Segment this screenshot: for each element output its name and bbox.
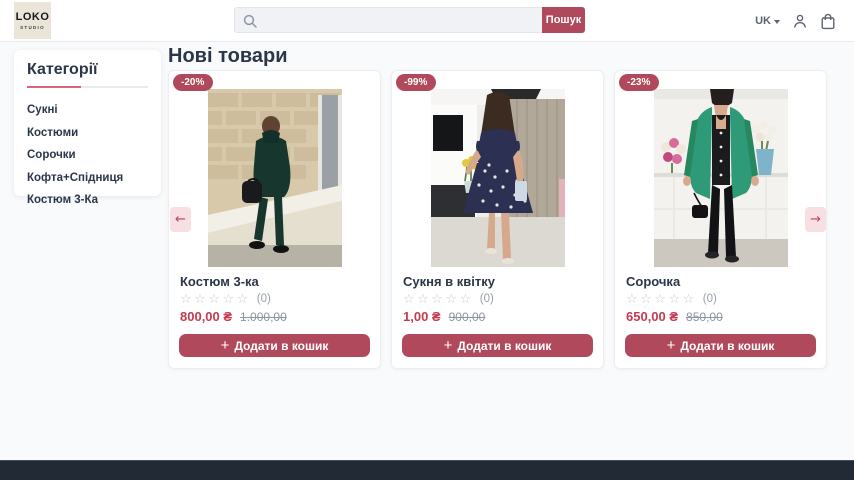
title-divider	[27, 86, 148, 88]
add-to-cart-button[interactable]: + Додати в кошик	[402, 334, 593, 357]
search-icon	[243, 14, 257, 28]
product-image-suknia[interactable]	[431, 89, 565, 267]
language-label: UK	[755, 15, 771, 27]
current-price: 1,00 ₴	[403, 309, 441, 324]
star-rating-icon: ☆☆☆☆☆	[180, 292, 251, 306]
discount-badge: -23%	[619, 74, 659, 91]
add-to-cart-button[interactable]: + Додати в кошик	[625, 334, 816, 357]
search-box	[234, 7, 542, 33]
add-to-cart-label: Додати в кошик	[457, 339, 551, 353]
category-item-kofta-spidnytsia[interactable]: Кофта+Спідниця	[27, 167, 148, 190]
category-item-kostiumy[interactable]: Костюми	[27, 122, 148, 145]
site-header: LOKO STUDIO Пошук UK	[0, 0, 854, 42]
rating-count: (0)	[703, 293, 717, 305]
site-footer	[0, 460, 854, 480]
product-image-sorochka[interactable]	[654, 89, 788, 267]
discount-badge: -99%	[396, 74, 436, 91]
search-form: Пошук	[234, 7, 585, 33]
product-card-suknia: -99%	[391, 70, 604, 369]
category-item-sukni[interactable]: Сукні	[27, 99, 148, 122]
category-item-sorochky[interactable]: Сорочки	[27, 144, 148, 167]
product-rating: ☆☆☆☆☆ (0)	[403, 292, 592, 306]
search-input[interactable]	[235, 8, 542, 32]
arrow-left-icon: ←	[175, 212, 186, 227]
current-price: 650,00 ₴	[626, 309, 678, 324]
page-title: Нові товари	[168, 45, 287, 68]
old-price: 1.000,00	[240, 310, 287, 324]
old-price: 900,00	[449, 310, 486, 324]
categories-sidebar: Категорії Сукні Костюми Сорочки Кофта+Сп…	[14, 50, 161, 196]
logo-title: LOKO	[16, 12, 50, 23]
product-title[interactable]: Сукня в квітку	[403, 274, 592, 289]
storefront-page: LOKO STUDIO Пошук UK	[0, 0, 854, 480]
product-image-kostium-3ka[interactable]	[208, 89, 342, 267]
new-products-carousel: -20%	[168, 70, 827, 369]
product-card-kostium-3ka: -20%	[168, 70, 381, 369]
product-title[interactable]: Сорочка	[626, 274, 815, 289]
product-rating: ☆☆☆☆☆ (0)	[180, 292, 369, 306]
rating-count: (0)	[257, 293, 271, 305]
add-to-cart-label: Додати в кошик	[234, 339, 328, 353]
user-icon	[792, 13, 808, 29]
categories-title: Категорії	[27, 61, 148, 79]
cart-button[interactable]	[820, 13, 836, 30]
star-rating-icon: ☆☆☆☆☆	[626, 292, 697, 306]
plus-icon: +	[444, 339, 453, 353]
search-button[interactable]: Пошук	[542, 7, 585, 33]
product-rating: ☆☆☆☆☆ (0)	[626, 292, 815, 306]
product-card-sorochka: -23%	[614, 70, 827, 369]
add-to-cart-label: Додати в кошик	[680, 339, 774, 353]
language-selector[interactable]: UK	[755, 15, 780, 27]
star-rating-icon: ☆☆☆☆☆	[403, 292, 474, 306]
shopping-bag-icon	[820, 13, 836, 30]
account-button[interactable]	[792, 13, 808, 29]
price-row: 800,00 ₴ 1.000,00	[180, 309, 369, 324]
carousel-next-button[interactable]: →	[805, 207, 826, 232]
category-list: Сукні Костюми Сорочки Кофта+Спідниця Кос…	[27, 99, 148, 212]
discount-badge: -20%	[173, 74, 213, 91]
add-to-cart-button[interactable]: + Додати в кошик	[179, 334, 370, 357]
arrow-right-icon: →	[810, 212, 821, 227]
carousel-prev-button[interactable]: ←	[170, 207, 191, 232]
category-item-kostium-3ka[interactable]: Костюм 3-Ка	[27, 189, 148, 212]
chevron-down-icon	[774, 20, 780, 24]
site-logo[interactable]: LOKO STUDIO	[14, 2, 51, 39]
old-price: 850,00	[686, 310, 723, 324]
price-row: 650,00 ₴ 850,00	[626, 309, 815, 324]
product-title[interactable]: Костюм 3-ка	[180, 274, 369, 289]
header-actions: UK	[755, 0, 836, 42]
rating-count: (0)	[480, 293, 494, 305]
plus-icon: +	[667, 339, 676, 353]
logo-subtitle: STUDIO	[20, 25, 45, 30]
plus-icon: +	[221, 339, 230, 353]
current-price: 800,00 ₴	[180, 309, 232, 324]
price-row: 1,00 ₴ 900,00	[403, 309, 592, 324]
